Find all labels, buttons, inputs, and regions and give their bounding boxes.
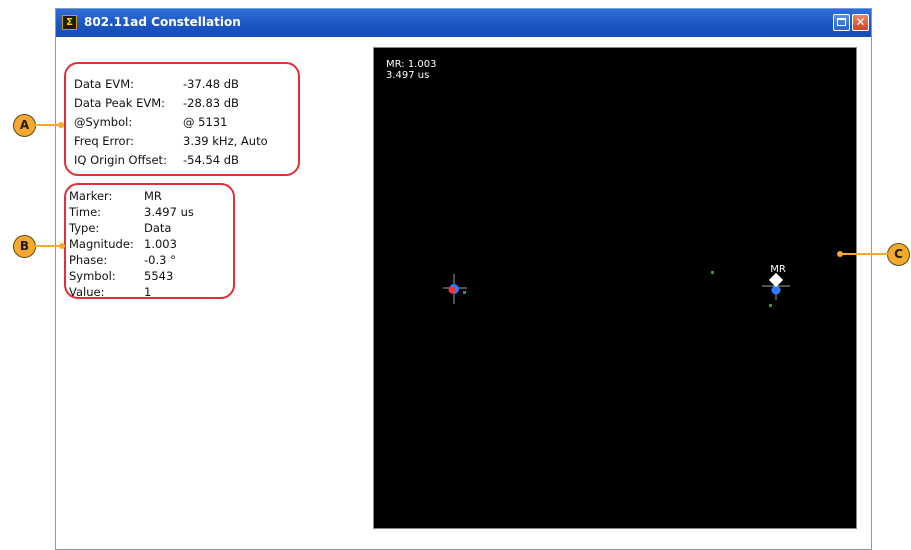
marker-diamond-icon[interactable]: [768, 272, 784, 288]
marker-label-symbol: Symbol:: [69, 269, 116, 283]
constellation-canvas: MR: [443, 264, 790, 307]
close-button[interactable]: ✕: [852, 14, 869, 31]
marker-value-marker: MR: [144, 189, 162, 203]
meas-value-freq-error: 3.39 kHz, Auto: [183, 134, 268, 148]
marker-label-time: Time:: [69, 205, 102, 219]
callout-a: A: [13, 114, 36, 137]
ideal-point-left: [463, 291, 466, 294]
callout-b-leader: [35, 245, 62, 247]
meas-label-symbol: @Symbol:: [74, 115, 133, 129]
meas-label-data-peak-evm: Data Peak EVM:: [74, 96, 166, 110]
maximize-button[interactable]: [833, 14, 850, 31]
meas-value-data-evm: -37.48 dB: [183, 77, 239, 91]
title-bar[interactable]: Σ 802.11ad Constellation ✕: [56, 9, 871, 37]
window-title: 802.11ad Constellation: [84, 15, 241, 29]
marker-value-value: 1: [144, 285, 152, 299]
meas-value-iq-origin-offset: -54.54 dB: [183, 153, 239, 167]
symbol-points-red: [448, 286, 456, 294]
symbol-cluster-right: MR: [762, 264, 790, 307]
app-icon: Σ: [62, 15, 77, 30]
meas-label-iq-origin-offset: IQ Origin Offset:: [74, 153, 167, 167]
callout-b: B: [13, 235, 36, 258]
marker-value-symbol: 5543: [144, 269, 174, 283]
meas-label-freq-error: Freq Error:: [74, 134, 134, 148]
callout-a-dot: [58, 122, 64, 128]
callout-c: C: [887, 243, 910, 266]
close-icon: ✕: [855, 15, 866, 29]
marker-label-marker: Marker:: [69, 189, 113, 203]
ideal-point-right: [769, 304, 772, 307]
marker-label-phase: Phase:: [69, 253, 108, 267]
marker-value-time: 3.497 us: [144, 205, 194, 219]
meas-value-data-peak-evm: -28.83 dB: [183, 96, 239, 110]
callout-b-dot: [59, 243, 65, 249]
marker-label: MR: [770, 264, 786, 275]
marker-label-value: Value:: [69, 285, 105, 299]
marker-value-phase: -0.3 °: [144, 253, 176, 267]
maximize-icon: [837, 18, 846, 26]
marker-label-magnitude: Magnitude:: [69, 237, 134, 251]
meas-label-data-evm: Data EVM:: [74, 77, 135, 91]
callout-c-leader: [840, 253, 888, 255]
symbol-cluster-left: [443, 274, 467, 304]
meas-value-symbol: @ 5131: [183, 115, 228, 129]
constellation-plot[interactable]: MR: 1.003 3.497 us MR: [373, 47, 857, 529]
marker-value-type: Data: [144, 221, 172, 235]
callout-c-dot: [837, 251, 843, 257]
stray-point: [711, 271, 714, 274]
marker-label-type: Type:: [69, 221, 100, 235]
marker-value-magnitude: 1.003: [144, 237, 177, 251]
